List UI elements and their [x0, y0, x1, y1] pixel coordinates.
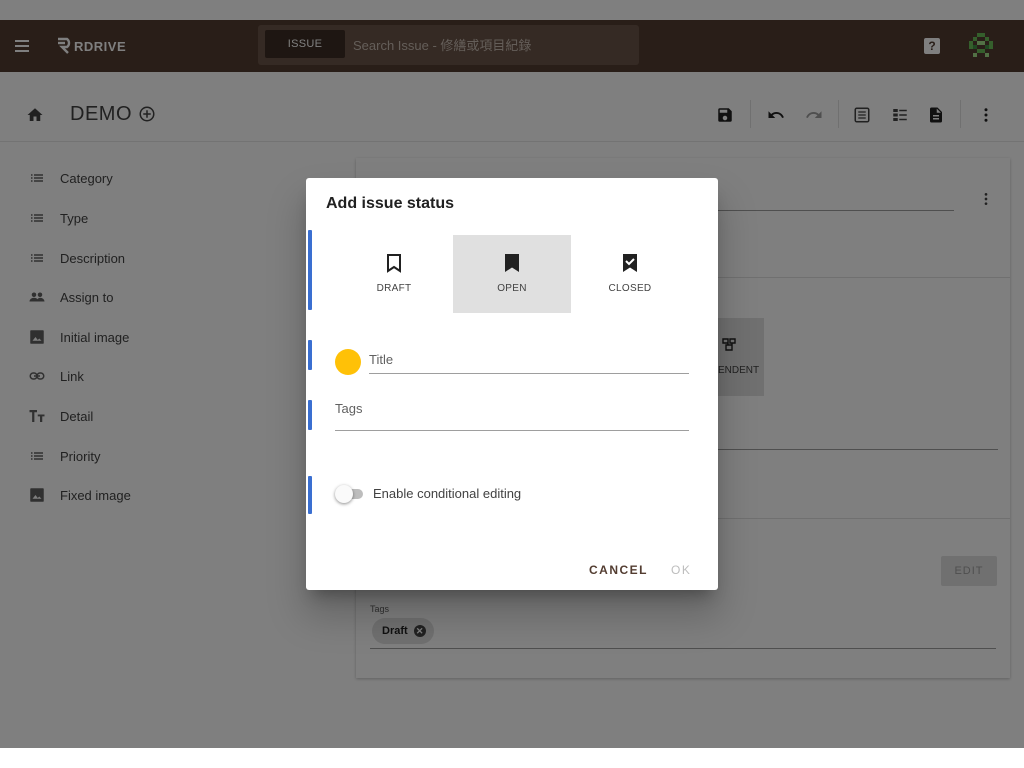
status-label: DRAFT: [376, 283, 412, 294]
bottom-strip: [0, 748, 1024, 768]
status-option-open[interactable]: OPEN: [453, 235, 571, 313]
accent-bar: [308, 230, 312, 310]
accent-bar: [308, 340, 312, 370]
status-option-draft[interactable]: DRAFT: [335, 235, 453, 313]
app-root: RDRIVE ISSUE ? DEMO: [0, 0, 1024, 768]
status-label: CLOSED: [608, 283, 652, 294]
status-option-closed[interactable]: CLOSED: [571, 235, 689, 313]
cancel-button[interactable]: CANCEL: [589, 563, 648, 577]
tags-field-label: Tags: [335, 401, 363, 416]
title-field[interactable]: [369, 373, 689, 374]
bookmark-outline-icon: [387, 254, 401, 273]
bookmark-icon: [505, 254, 519, 272]
dialog-title: Add issue status: [326, 195, 455, 212]
color-picker[interactable]: [335, 349, 361, 375]
toggle-knob: [335, 485, 353, 503]
accent-bar: [308, 476, 312, 514]
ok-button[interactable]: OK: [671, 563, 691, 577]
accent-bar: [308, 400, 312, 430]
status-label: OPEN: [497, 283, 527, 294]
conditional-editing-toggle[interactable]: [335, 484, 367, 504]
add-issue-status-dialog: Add issue status DRAFT OPEN CLOSED Title…: [306, 178, 718, 590]
title-field-label: Title: [369, 352, 394, 367]
tags-field[interactable]: [335, 430, 689, 431]
bookmark-check-icon: [623, 254, 637, 272]
toggle-label: Enable conditional editing: [373, 486, 522, 501]
